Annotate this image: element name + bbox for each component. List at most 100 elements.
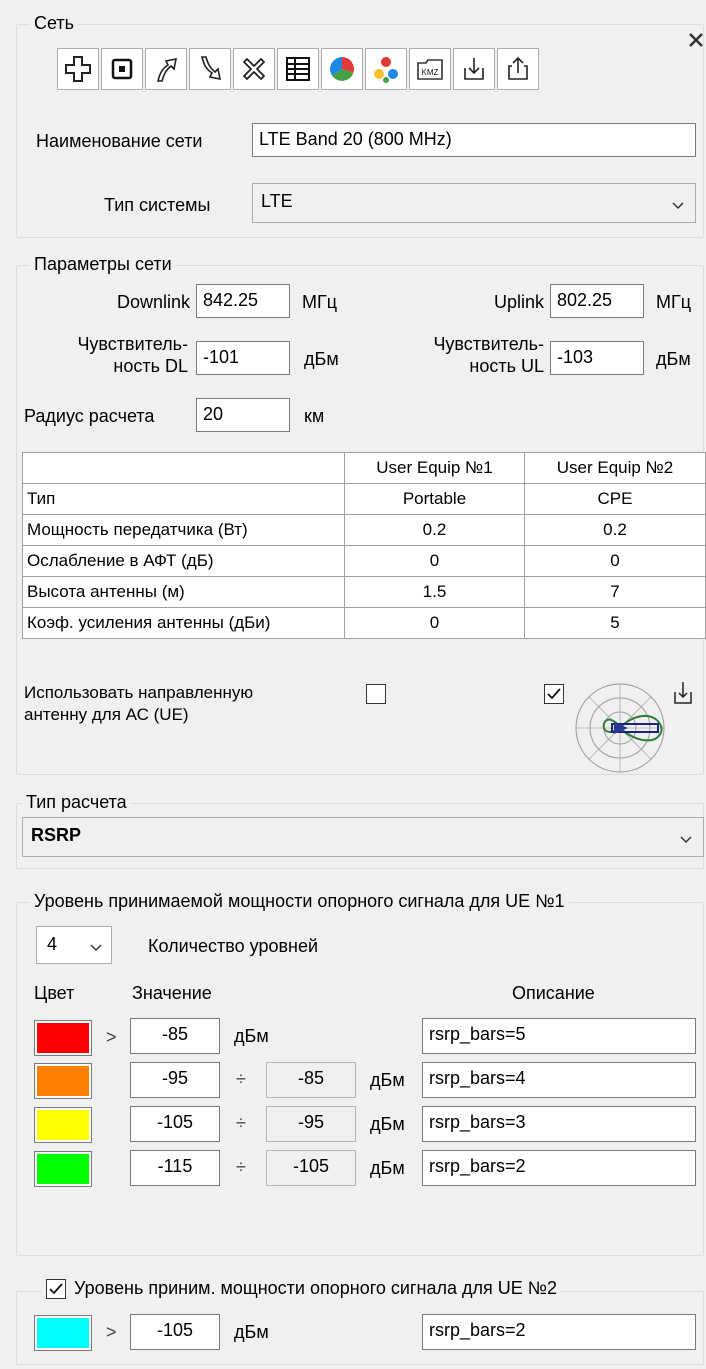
table-button[interactable] — [277, 48, 319, 90]
level-from-input[interactable]: -105 — [130, 1314, 220, 1350]
level-color-fill — [37, 1318, 89, 1348]
downlink-input[interactable]: 842.25 — [196, 284, 290, 318]
close-icon[interactable] — [686, 30, 706, 50]
sens-ul-input[interactable]: -103 — [550, 341, 644, 375]
antenna-pattern-icon[interactable] — [572, 680, 668, 776]
share-upload-icon — [505, 56, 531, 82]
level-unit: дБм — [234, 1026, 269, 1046]
level-to-input: -105 — [266, 1150, 356, 1186]
table-row: Ослабление в АФТ (дБ) 0 0 — [22, 545, 706, 577]
level-from-input[interactable]: -95 — [130, 1062, 220, 1098]
sens-dl-label-1: Чувствитель- — [77, 334, 188, 354]
delete-button[interactable] — [233, 48, 275, 90]
move-down-button[interactable] — [189, 48, 231, 90]
table-cell[interactable]: 0 — [344, 545, 525, 577]
greater-than-sign: > — [106, 1322, 117, 1342]
level-color-swatch[interactable] — [34, 1315, 92, 1351]
uplink-label: Uplink — [493, 292, 544, 312]
delete-x-icon — [239, 54, 269, 84]
table-header-cell: User Equip №2 — [524, 452, 706, 484]
downlink-label: Downlink — [116, 292, 190, 312]
table-row: Высота антенны (м) 1.5 7 — [22, 576, 706, 608]
level-description-input[interactable]: rsrp_bars=2 — [422, 1314, 696, 1350]
plus-icon — [64, 55, 92, 83]
chevron-down-icon — [89, 938, 103, 960]
sens-ul-label-1: Чувствитель- — [433, 334, 544, 354]
arrow-up-right-icon — [152, 55, 180, 83]
kmz-export-button[interactable]: KMZ — [409, 48, 451, 90]
col-description-header: Описание — [512, 983, 595, 1003]
svg-text:KMZ: KMZ — [422, 68, 439, 77]
sens-ul-unit: дБм — [656, 349, 691, 369]
network-params-title: Параметры сети — [30, 253, 176, 275]
checkmark-icon — [547, 688, 561, 700]
level-from-input[interactable]: -105 — [130, 1106, 220, 1142]
range-separator: ÷ — [236, 1069, 246, 1089]
level-description-input[interactable]: rsrp_bars=3 — [422, 1106, 696, 1142]
calc-type-value: RSRP — [31, 825, 82, 845]
calc-type-select[interactable]: RSRP — [22, 817, 704, 857]
level-description-input[interactable]: rsrp_bars=5 — [422, 1018, 696, 1054]
table-cell[interactable]: 1.5 — [344, 576, 525, 608]
table-header-row: User Equip №1 User Equip №2 — [22, 452, 706, 484]
stop-button[interactable] — [101, 48, 143, 90]
chevron-down-icon — [679, 830, 693, 852]
sens-ul-label-2: ность UL — [469, 356, 544, 376]
levels-ue1-title: Уровень принимаемой мощности опорного си… — [30, 890, 569, 912]
sens-dl-unit: дБм — [304, 349, 339, 369]
level-unit: дБм — [370, 1114, 405, 1134]
pie-chart-button[interactable] — [321, 48, 363, 90]
sens-dl-input[interactable]: -101 — [196, 341, 290, 375]
level-count-select[interactable]: 4 — [36, 926, 112, 964]
export-button[interactable] — [497, 48, 539, 90]
table-cell[interactable]: 7 — [524, 576, 706, 608]
level-description-input[interactable]: rsrp_bars=2 — [422, 1150, 696, 1186]
directional-ue2-checkbox[interactable] — [544, 684, 564, 704]
directional-ue1-checkbox[interactable] — [366, 684, 386, 704]
table-cell: Высота антенны (м) — [22, 576, 345, 608]
table-cell[interactable]: 0.2 — [524, 514, 706, 546]
table-cell[interactable]: 5 — [524, 607, 706, 639]
table-cell[interactable]: Portable — [344, 483, 525, 515]
table-grid-icon — [285, 56, 311, 82]
uplink-input[interactable]: 802.25 — [550, 284, 644, 318]
table-cell[interactable]: 0.2 — [344, 514, 525, 546]
import-button[interactable] — [453, 48, 495, 90]
network-name-input[interactable]: LTE Band 20 (800 MHz) — [252, 123, 696, 157]
table-cell[interactable]: 0 — [344, 607, 525, 639]
antenna-pattern-download-icon[interactable] — [672, 680, 694, 706]
add-button[interactable] — [57, 48, 99, 90]
color-dots-icon — [371, 54, 401, 84]
level-to-input: -85 — [266, 1062, 356, 1098]
table-cell[interactable]: 0 — [524, 545, 706, 577]
levels-ue2-title: Уровень приним. мощности опорного сигнал… — [74, 1278, 558, 1298]
level-count-label: Количество уровней — [148, 936, 319, 956]
col-color-header: Цвет — [34, 983, 75, 1003]
level-color-swatch[interactable] — [34, 1020, 92, 1056]
move-up-button[interactable] — [145, 48, 187, 90]
table-cell: Ослабление в АФТ (дБ) — [22, 545, 345, 577]
level-from-input[interactable]: -85 — [130, 1018, 220, 1054]
level-color-swatch[interactable] — [34, 1107, 92, 1143]
level-color-swatch[interactable] — [34, 1063, 92, 1099]
network-group-title: Сеть — [30, 12, 79, 34]
level-color-fill — [37, 1023, 89, 1053]
chevron-down-icon — [671, 196, 685, 218]
level-unit: дБм — [370, 1070, 405, 1090]
level-color-swatch[interactable] — [34, 1151, 92, 1187]
level-unit: дБм — [234, 1322, 269, 1342]
table-row: Коэф. усиления антенны (дБи) 0 5 — [22, 607, 706, 639]
level-color-fill — [37, 1110, 89, 1140]
table-cell[interactable]: CPE — [524, 483, 706, 515]
system-type-select[interactable]: LTE — [252, 183, 696, 223]
level-description-input[interactable]: rsrp_bars=4 — [422, 1062, 696, 1098]
levels-ue2-checkbox[interactable] — [46, 1278, 66, 1299]
directional-antenna-label-2: антенну для АС (UE) — [24, 705, 189, 724]
stop-square-icon — [110, 57, 134, 81]
range-separator: ÷ — [236, 1113, 246, 1133]
network-name-label: Наименование сети — [36, 131, 203, 151]
color-dots-button[interactable] — [365, 48, 407, 90]
level-from-input[interactable]: -115 — [130, 1150, 220, 1186]
radius-input[interactable]: 20 — [196, 398, 290, 432]
levels-ue2-header: Уровень приним. мощности опорного сигнал… — [42, 1278, 562, 1299]
